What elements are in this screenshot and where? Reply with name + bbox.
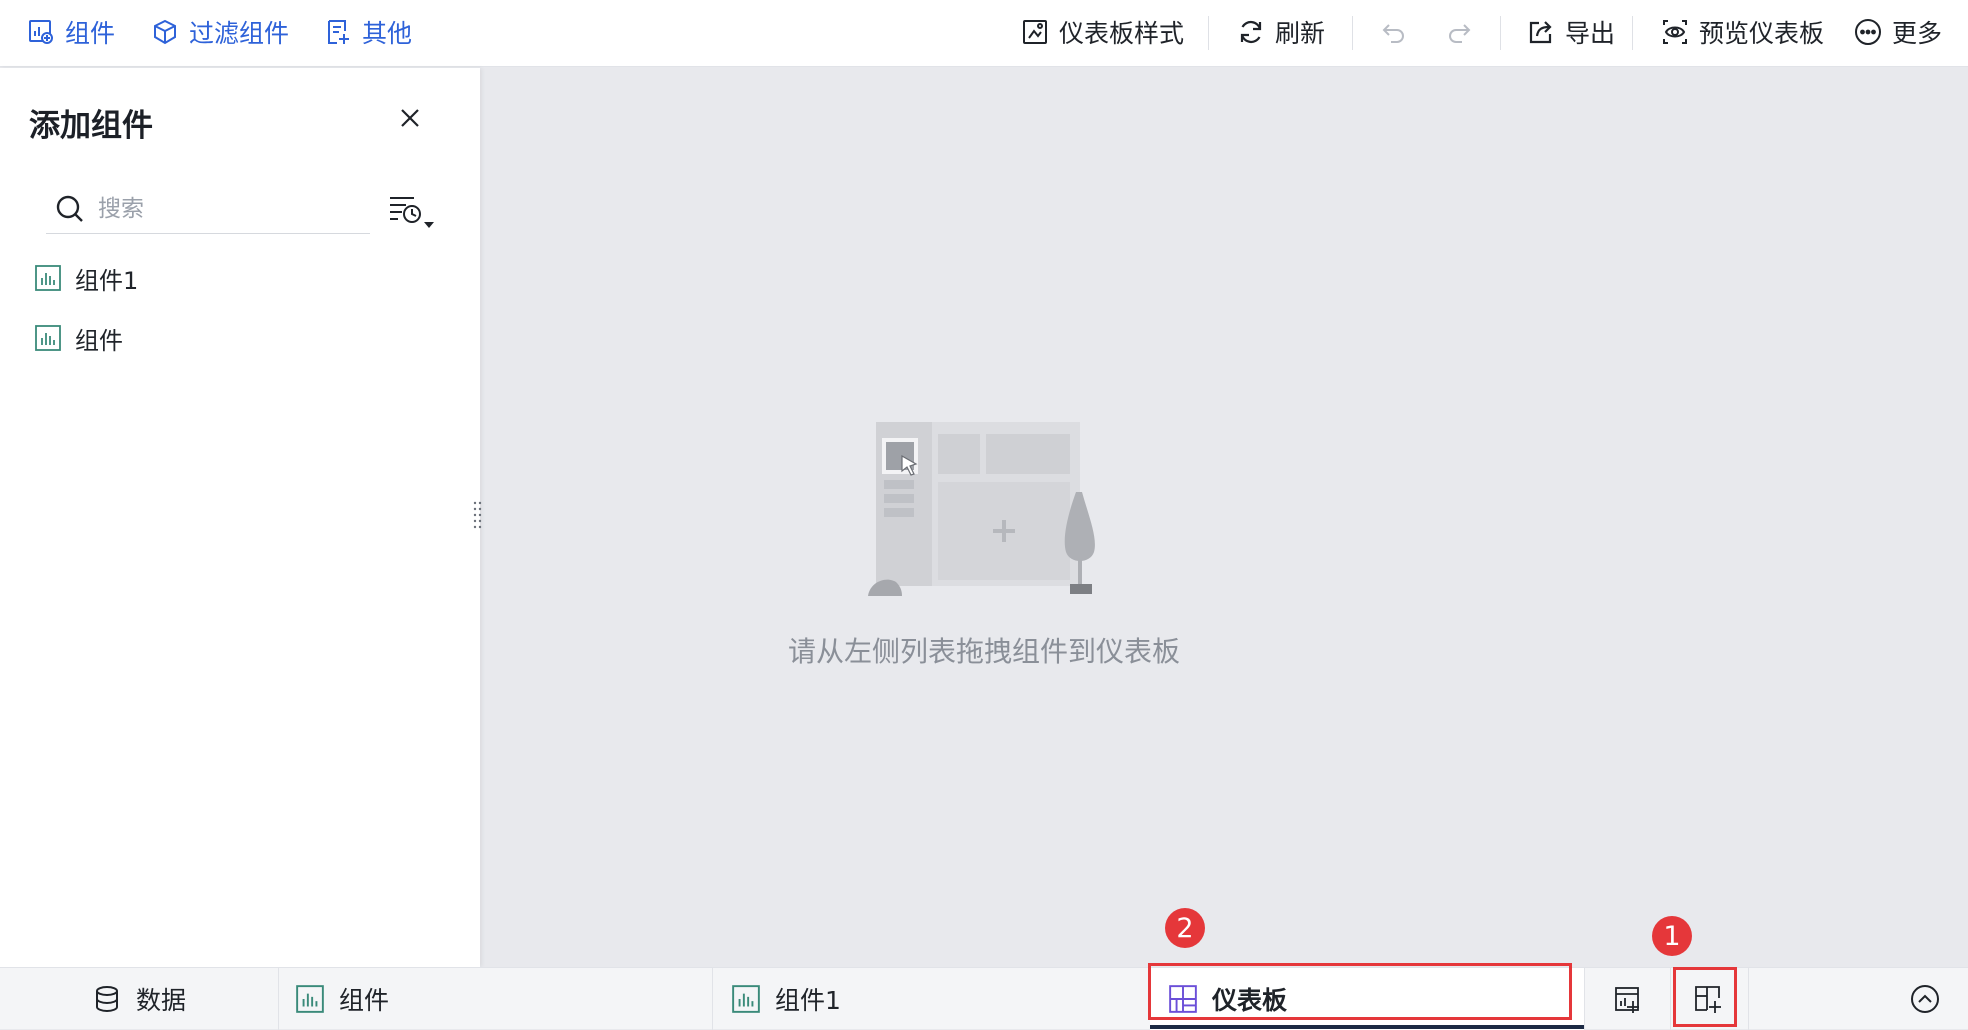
close-icon xyxy=(401,109,419,127)
add-component-tab-button[interactable] xyxy=(1608,979,1648,1019)
list-item-label: 组件 xyxy=(75,326,123,355)
active-tab-indicator xyxy=(1150,1025,1584,1029)
panel-resize-handle[interactable] xyxy=(472,500,484,530)
export-label: 导出 xyxy=(1565,19,1616,48)
add-dashboard-button[interactable] xyxy=(1688,979,1728,1019)
add-chart-tab-icon xyxy=(1615,987,1639,1013)
export-button[interactable]: 导出 xyxy=(1526,13,1615,51)
redo-button[interactable] xyxy=(1444,13,1474,51)
other-label: 其他 xyxy=(362,19,413,48)
toolbar-divider xyxy=(1352,16,1353,50)
tab-dashboard-label: 仪表板 xyxy=(1212,986,1288,1015)
bar-chart-icon xyxy=(296,985,324,1013)
component-search xyxy=(46,184,370,234)
tab-component-label: 组件 xyxy=(339,986,390,1015)
undo-icon xyxy=(1379,17,1409,47)
bar-chart-icon xyxy=(35,265,61,291)
refresh-button[interactable]: 刷新 xyxy=(1236,13,1325,51)
more-button[interactable]: 更多 xyxy=(1853,13,1942,51)
empty-dashboard-illustration xyxy=(868,422,1095,596)
export-icon xyxy=(1526,17,1556,47)
list-item-label: 组件1 xyxy=(75,266,139,295)
top-toolbar: 组件 过滤组件 其他 仪表板样式 刷新 导出 预览仪表板 更多 xyxy=(0,0,1968,67)
dashboard-style-label: 仪表板样式 xyxy=(1059,19,1185,48)
add-chart-icon xyxy=(26,17,56,47)
bar-chart-icon xyxy=(35,325,61,351)
sort-history-icon xyxy=(390,197,434,228)
list-item[interactable]: 组件 xyxy=(34,318,123,358)
preview-eye-icon xyxy=(1660,17,1690,47)
undo-button[interactable] xyxy=(1379,13,1409,51)
add-component-label: 组件 xyxy=(65,19,116,48)
other-button[interactable]: 其他 xyxy=(323,13,412,51)
tab-divider xyxy=(1748,968,1749,1030)
tab-component1[interactable]: 组件1 xyxy=(731,968,841,1030)
preview-dashboard-label: 预览仪表板 xyxy=(1699,19,1825,48)
add-component-panel: 添加组件 组件1 组件 xyxy=(0,68,480,967)
toolbar-divider xyxy=(1632,16,1633,50)
filter-component-button[interactable]: 过滤组件 xyxy=(150,13,289,51)
add-component-button[interactable]: 组件 xyxy=(26,13,115,51)
tab-divider xyxy=(1584,968,1585,1030)
redo-icon xyxy=(1444,17,1474,47)
search-icon xyxy=(56,195,83,222)
expand-tabs-button[interactable] xyxy=(1905,979,1945,1019)
more-label: 更多 xyxy=(1892,19,1943,48)
more-circle-icon xyxy=(1853,17,1883,47)
filter-component-label: 过滤组件 xyxy=(189,19,290,48)
step-badge-1: 1 xyxy=(1652,916,1692,956)
sort-filter-dropdown[interactable] xyxy=(388,192,440,232)
dashboard-style-icon xyxy=(1020,17,1050,47)
tab-component1-label: 组件1 xyxy=(775,986,841,1015)
refresh-icon xyxy=(1236,17,1266,47)
refresh-label: 刷新 xyxy=(1275,19,1326,48)
tab-data[interactable]: 数据 xyxy=(92,968,186,1030)
tab-data-label: 数据 xyxy=(136,986,187,1015)
tab-divider xyxy=(1670,968,1671,1030)
list-item[interactable]: 组件1 xyxy=(34,258,138,298)
tab-dashboard[interactable]: 仪表板 xyxy=(1150,968,1584,1030)
search-input[interactable] xyxy=(98,195,348,222)
dashboard-grid-icon xyxy=(1169,985,1197,1013)
tab-divider xyxy=(712,968,713,1030)
add-dashboard-icon xyxy=(1695,986,1721,1013)
tab-divider xyxy=(278,968,279,1030)
edit-doc-icon xyxy=(323,17,353,47)
step-badge-2: 2 xyxy=(1165,908,1205,948)
toolbar-divider xyxy=(1500,16,1501,50)
toolbar-divider xyxy=(1208,16,1209,50)
chevron-up-circle-icon xyxy=(1911,985,1939,1013)
filter-cube-icon xyxy=(150,17,180,47)
database-icon xyxy=(96,986,118,1013)
preview-dashboard-button[interactable]: 预览仪表板 xyxy=(1660,13,1824,51)
tab-component[interactable]: 组件 xyxy=(295,968,389,1030)
empty-state-message: 请从左侧列表拖拽组件到仪表板 xyxy=(787,635,1180,668)
bottom-tab-bar: 数据 组件 组件1 仪表板 xyxy=(0,967,1968,1030)
drag-dots-icon xyxy=(473,501,482,529)
panel-title: 添加组件 xyxy=(29,108,153,144)
dashboard-style-button[interactable]: 仪表板样式 xyxy=(1020,13,1184,51)
close-panel-button[interactable] xyxy=(394,102,426,134)
bar-chart-icon xyxy=(732,985,760,1013)
